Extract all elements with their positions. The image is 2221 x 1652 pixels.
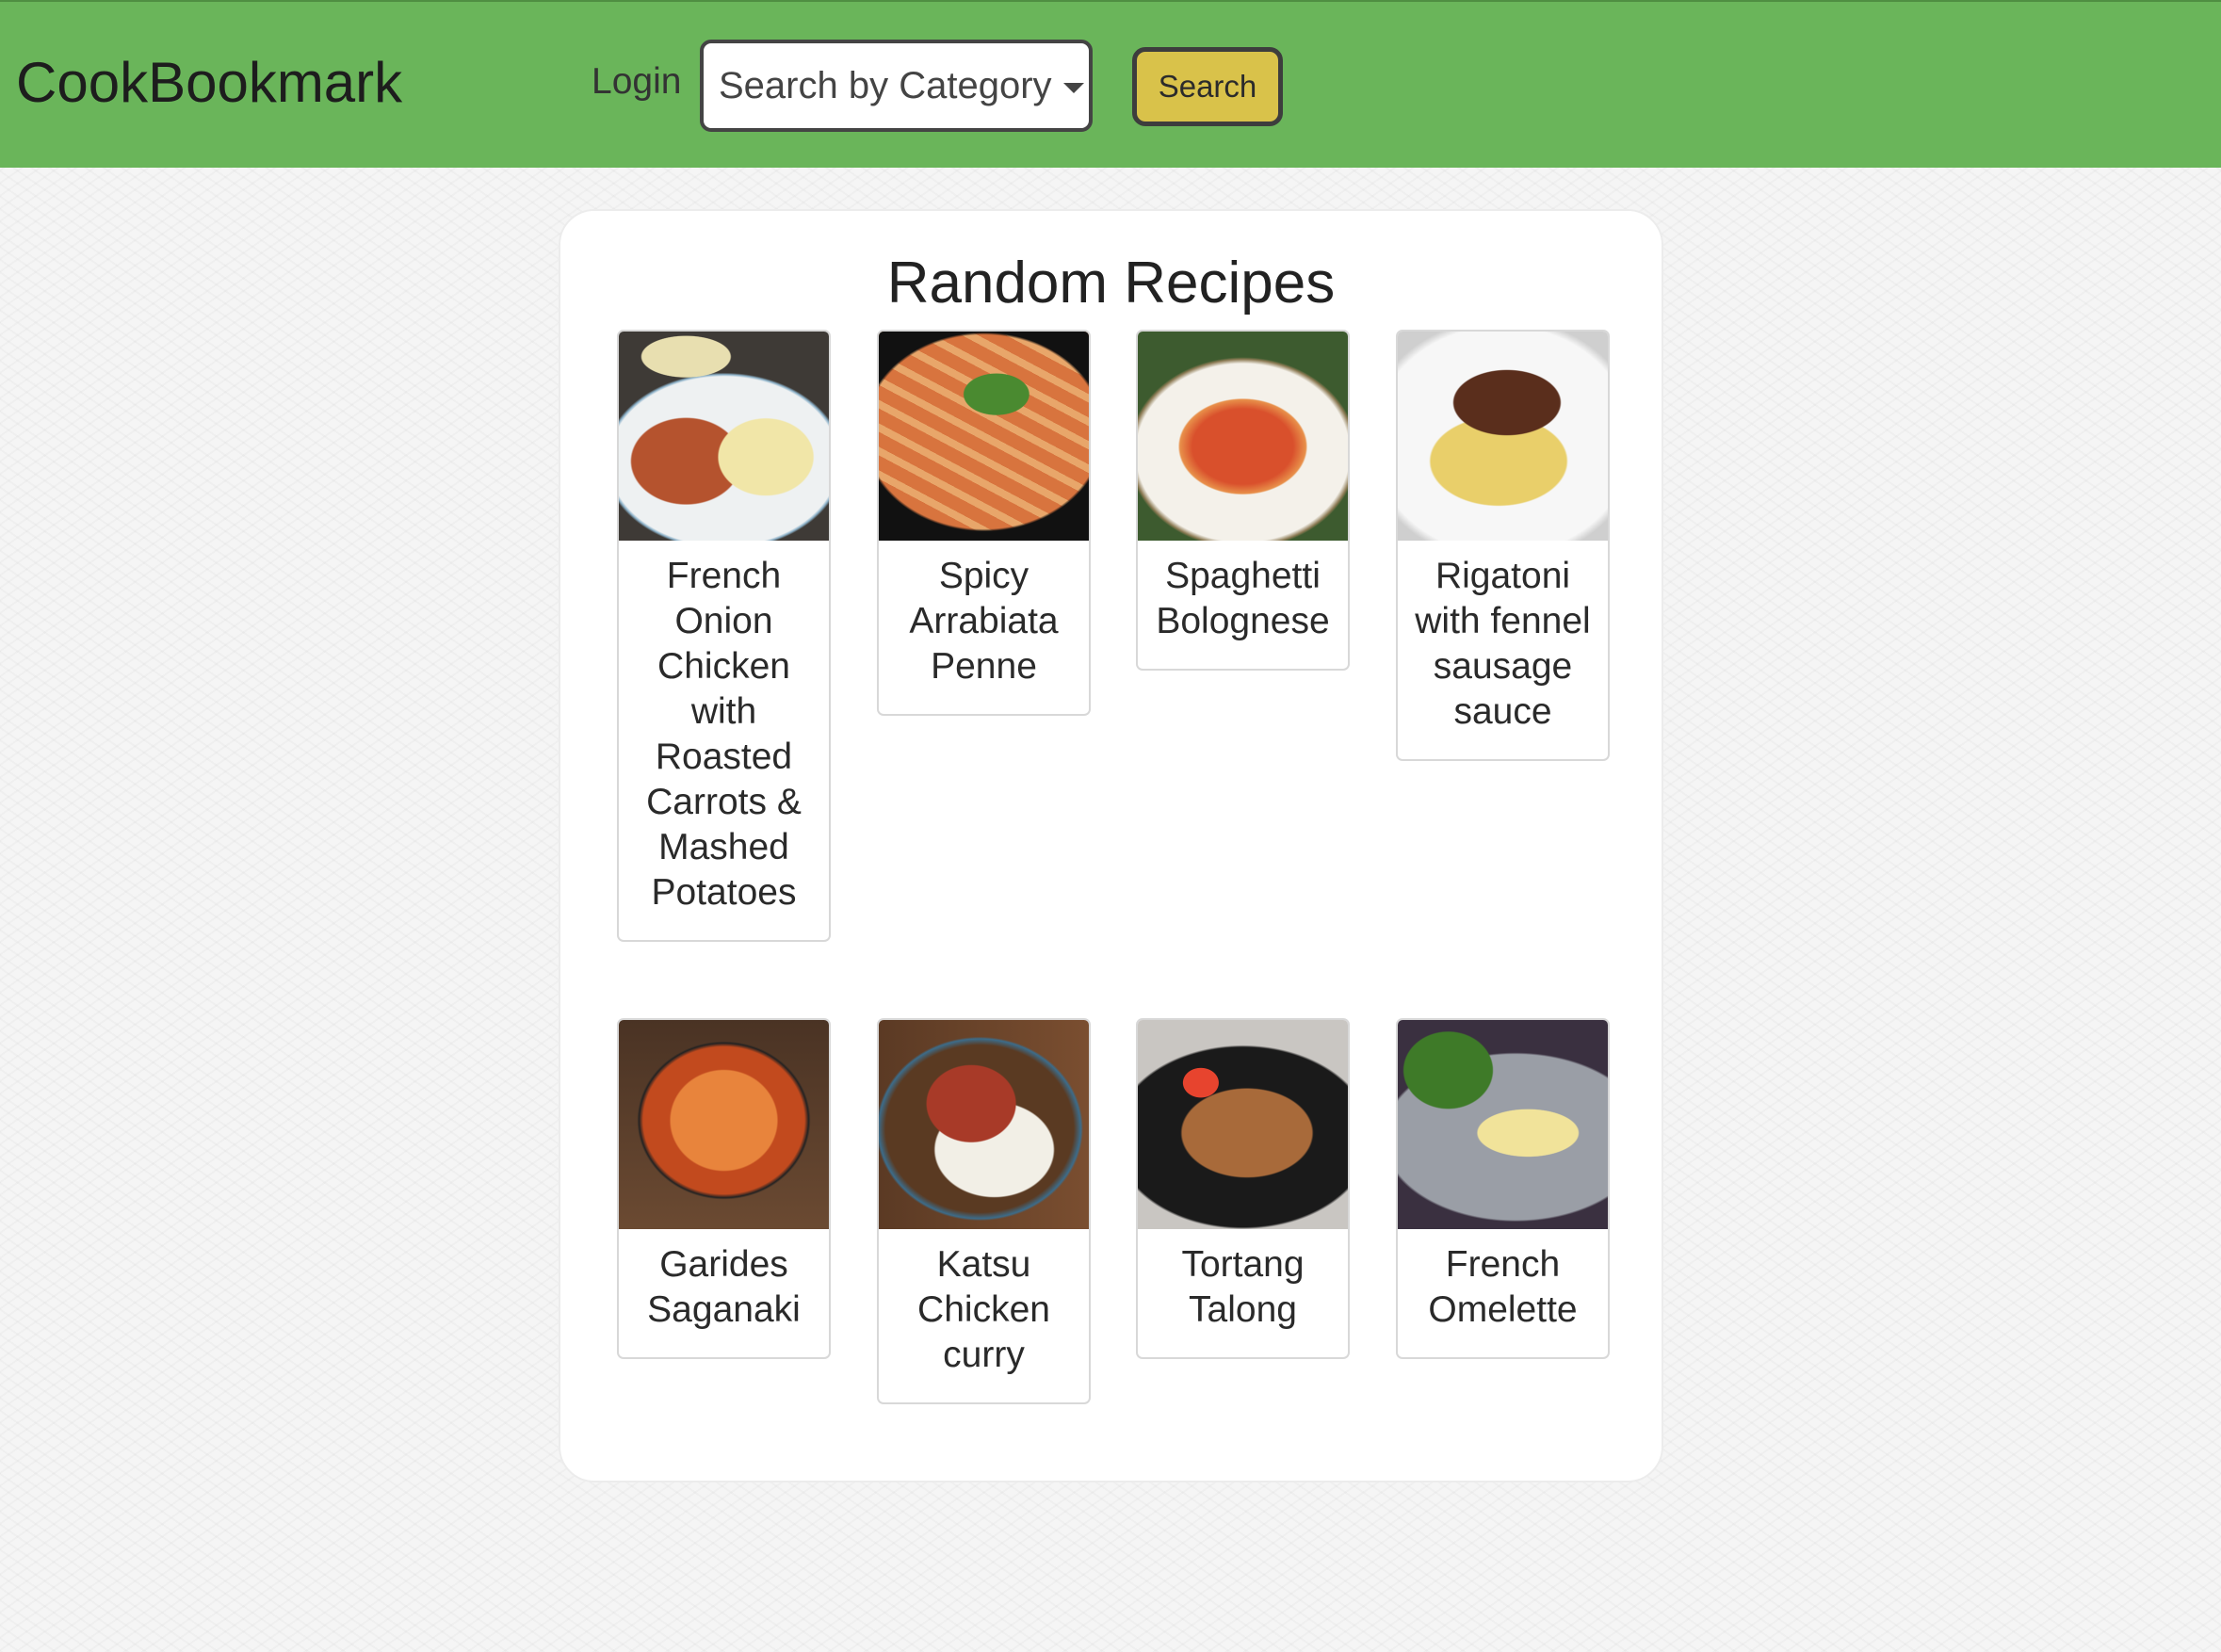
recipe-title: French Omelette [1428,1244,1578,1330]
recipe-card[interactable]: Katsu Chicken curry [877,1018,1091,1404]
recipe-title: Katsu Chicken curry [917,1244,1050,1375]
recipe-image [879,1020,1089,1229]
recipe-card[interactable]: Rigatoni with fennel sausage sauce [1396,330,1610,761]
category-select-label: Search by Category [719,64,1052,106]
recipe-card[interactable]: French Omelette [1396,1018,1610,1359]
recipe-title: Rigatoni with fennel sausage sauce [1415,556,1591,732]
category-select[interactable]: Search by Category [700,40,1093,132]
recipe-image [619,332,829,541]
recipe-image [1398,332,1608,541]
recipe-image [1138,332,1348,541]
random-recipes-panel: Random Recipes French Onion Chicken with… [559,209,1663,1482]
recipe-image [879,332,1089,541]
recipe-title: Spicy Arrabiata Penne [909,556,1059,687]
login-link[interactable]: Login [592,60,681,105]
recipe-card[interactable]: Tortang Talong [1136,1018,1350,1359]
recipe-image [619,1020,829,1229]
recipe-card[interactable]: Garides Saganaki [617,1018,831,1359]
page-title: Random Recipes [886,251,1336,316]
search-button[interactable]: Search [1132,47,1283,126]
brand-logo[interactable]: CookBookmark [16,49,402,117]
caret-down-icon [1062,82,1084,93]
recipe-image [1398,1020,1608,1229]
recipe-card[interactable]: Spaghetti Bolognese [1136,330,1350,671]
recipe-card[interactable]: French Onion Chicken with Roasted Carrot… [617,330,831,942]
recipe-title: Spaghetti Bolognese [1156,556,1330,641]
recipe-card[interactable]: Spicy Arrabiata Penne [877,330,1091,716]
recipe-title: Tortang Talong [1181,1244,1305,1330]
recipe-title: Garides Saganaki [647,1244,801,1330]
navbar: CookBookmark Login Search by Category Se… [0,0,2221,168]
recipe-image [1138,1020,1348,1229]
recipe-title: French Onion Chicken with Roasted Carrot… [646,556,802,913]
